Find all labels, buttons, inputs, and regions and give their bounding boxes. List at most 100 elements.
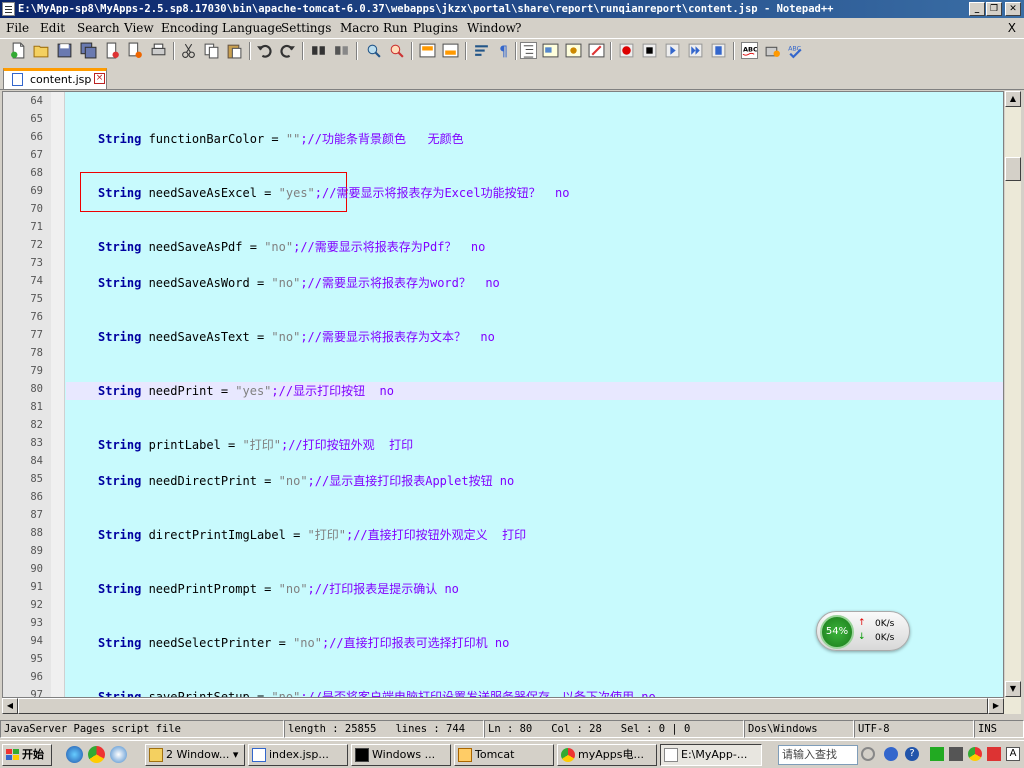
taskbar-btn-tomcat[interactable]: Tomcat: [454, 744, 554, 766]
title-bar[interactable]: E:\MyApp-sp8\MyApps-2.5.sp8.17030\bin\ap…: [0, 0, 1024, 18]
horizontal-scrollbar[interactable]: ◀ ▶: [2, 698, 1021, 714]
doc-map-icon[interactable]: [565, 42, 582, 59]
paste-icon[interactable]: [226, 42, 243, 59]
start-button[interactable]: 开始: [2, 744, 52, 766]
code-line[interactable]: String needSelectPrinter = "no";//直接打印报表…: [98, 634, 509, 651]
spell-settings-icon[interactable]: [764, 42, 781, 59]
menu-file[interactable]: File: [6, 21, 29, 35]
code-line[interactable]: String needPrintPrompt = "no";//打印报表是提示确…: [98, 580, 459, 597]
code-line[interactable]: String savePrintSetup = "no";//是否将客户端电脑打…: [98, 688, 656, 697]
taskbar-btn-myapps[interactable]: myApps电...: [557, 744, 657, 766]
network-speed-widget[interactable]: 54% ↑ 0K/s ↓ 0K/s: [816, 611, 910, 651]
tray-green-icon[interactable]: [930, 747, 944, 761]
menu-language[interactable]: Language: [222, 21, 282, 35]
cut-icon[interactable]: [180, 42, 197, 59]
menu-window[interactable]: Window: [467, 21, 516, 35]
undo-icon[interactable]: [256, 42, 273, 59]
stop-macro-icon[interactable]: [641, 42, 658, 59]
tab-content-jsp[interactable]: content.jsp ×: [3, 68, 107, 89]
close-window-button[interactable]: ✕: [1005, 2, 1021, 16]
menu-search[interactable]: Search: [77, 21, 120, 35]
sync-horizontal-icon[interactable]: [442, 42, 459, 59]
code-line[interactable]: String functionBarColor = "";//功能条背景颜色 无…: [98, 130, 464, 147]
menu-settings[interactable]: Settings: [281, 21, 331, 35]
line-number: 93: [30, 617, 43, 629]
search-icon[interactable]: [861, 747, 875, 761]
menu-run[interactable]: Run: [383, 21, 408, 35]
code-line[interactable]: String needSaveAsPdf = "no";//需要显示将报表存为P…: [98, 238, 485, 255]
find-icon[interactable]: [310, 42, 327, 59]
code-line[interactable]: String needDirectPrint = "no";//显示直接打印报表…: [98, 472, 514, 489]
run-macro-multiple-icon[interactable]: [687, 42, 704, 59]
scroll-up-button[interactable]: ▲: [1005, 91, 1021, 107]
chrome-quicklaunch-icon[interactable]: [88, 746, 105, 763]
close-tab-icon[interactable]: ×: [94, 73, 105, 84]
tray-red-icon[interactable]: [987, 747, 1001, 761]
status-encoding[interactable]: UTF-8: [854, 720, 974, 738]
taskbar-search-input[interactable]: 请输入查找: [778, 745, 858, 765]
code-line[interactable]: String needSaveAsWord = "no";//需要显示将报表存为…: [98, 274, 500, 291]
menu-macro[interactable]: Macro: [340, 21, 379, 35]
print-icon[interactable]: [150, 42, 167, 59]
zoom-in-icon[interactable]: [365, 42, 382, 59]
sync-vertical-icon[interactable]: [419, 42, 436, 59]
line-number: 79: [30, 365, 43, 377]
status-eol[interactable]: Dos\Windows: [744, 720, 854, 738]
open-file-icon[interactable]: [33, 42, 50, 59]
vertical-scroll-thumb[interactable]: [1005, 157, 1021, 181]
menu-encoding[interactable]: Encoding: [161, 21, 218, 35]
code-line[interactable]: String needPrint = "yes";//显示打印按钮 no: [98, 382, 394, 399]
ie-quicklaunch-icon[interactable]: [66, 746, 83, 763]
code-line[interactable]: String directPrintImgLabel = "打印";//直接打印…: [98, 526, 526, 543]
menu-edit[interactable]: Edit: [40, 21, 65, 35]
code-line[interactable]: String needSaveAsText = "no";//需要显示将报表存为…: [98, 328, 495, 345]
vertical-scrollbar[interactable]: ▲ ▼: [1004, 91, 1021, 698]
copy-icon[interactable]: [203, 42, 220, 59]
help-icon[interactable]: ?: [905, 747, 919, 761]
save-macro-icon[interactable]: [710, 42, 727, 59]
scroll-left-button[interactable]: ◀: [2, 698, 18, 714]
taskbar: 开始 2 Window... ▾ index.jsp... Windows ..…: [0, 740, 1024, 768]
taskbar-btn-windows[interactable]: Windows ...: [351, 744, 451, 766]
menu-plugins[interactable]: Plugins: [413, 21, 458, 35]
indent-guide-icon[interactable]: [520, 42, 537, 59]
editor-area[interactable]: 64 65 66 String functionBarColor = "";//功能条…: [2, 91, 1004, 698]
close-all-icon[interactable]: [127, 42, 144, 59]
tray-chrome-icon[interactable]: [968, 747, 982, 761]
user-lang-icon[interactable]: [542, 42, 559, 59]
taskbar-btn-windows-group[interactable]: 2 Window... ▾: [145, 744, 245, 766]
notepadpp-app-icon[interactable]: [2, 2, 15, 16]
horizontal-scroll-thumb[interactable]: [18, 698, 988, 714]
show-all-chars-icon[interactable]: ¶: [496, 42, 513, 59]
volume-icon[interactable]: [949, 747, 963, 761]
code-string: "打印": [307, 528, 346, 542]
search-quicklaunch-icon[interactable]: [110, 746, 127, 763]
menu-help[interactable]: ?: [515, 21, 521, 35]
menu-view[interactable]: View: [124, 21, 154, 35]
tray-app-icon[interactable]: [884, 747, 898, 761]
maximize-button[interactable]: ❐: [986, 2, 1002, 16]
close-file-icon[interactable]: [104, 42, 121, 59]
code-line[interactable]: String needSaveAsExcel = "yes";//需要显示将报表…: [98, 184, 569, 201]
spell-check-icon[interactable]: ABC: [741, 42, 758, 59]
close-document-x[interactable]: X: [1008, 21, 1016, 35]
redo-icon[interactable]: [279, 42, 296, 59]
scroll-right-button[interactable]: ▶: [988, 698, 1004, 714]
taskbar-btn-notepadpp[interactable]: E:\MyApp-...: [660, 744, 762, 766]
record-macro-icon[interactable]: [618, 42, 635, 59]
code-line[interactable]: String printLabel = "打印";//打印按钮外观 打印: [98, 436, 413, 453]
status-insert-mode[interactable]: INS: [974, 720, 1024, 738]
tray-a-icon[interactable]: A: [1006, 747, 1020, 761]
play-macro-icon[interactable]: [664, 42, 681, 59]
function-list-icon[interactable]: [588, 42, 605, 59]
save-all-icon[interactable]: [80, 42, 97, 59]
zoom-out-icon[interactable]: [388, 42, 405, 59]
taskbar-btn-index-jsp[interactable]: index.jsp...: [248, 744, 348, 766]
minimize-button[interactable]: _: [969, 2, 985, 16]
scroll-down-button[interactable]: ▼: [1005, 681, 1021, 697]
replace-icon[interactable]: [333, 42, 350, 59]
new-file-icon[interactable]: [10, 42, 27, 59]
word-wrap-icon[interactable]: [473, 42, 490, 59]
save-icon[interactable]: [56, 42, 73, 59]
auto-spell-icon[interactable]: ABC: [787, 42, 804, 59]
